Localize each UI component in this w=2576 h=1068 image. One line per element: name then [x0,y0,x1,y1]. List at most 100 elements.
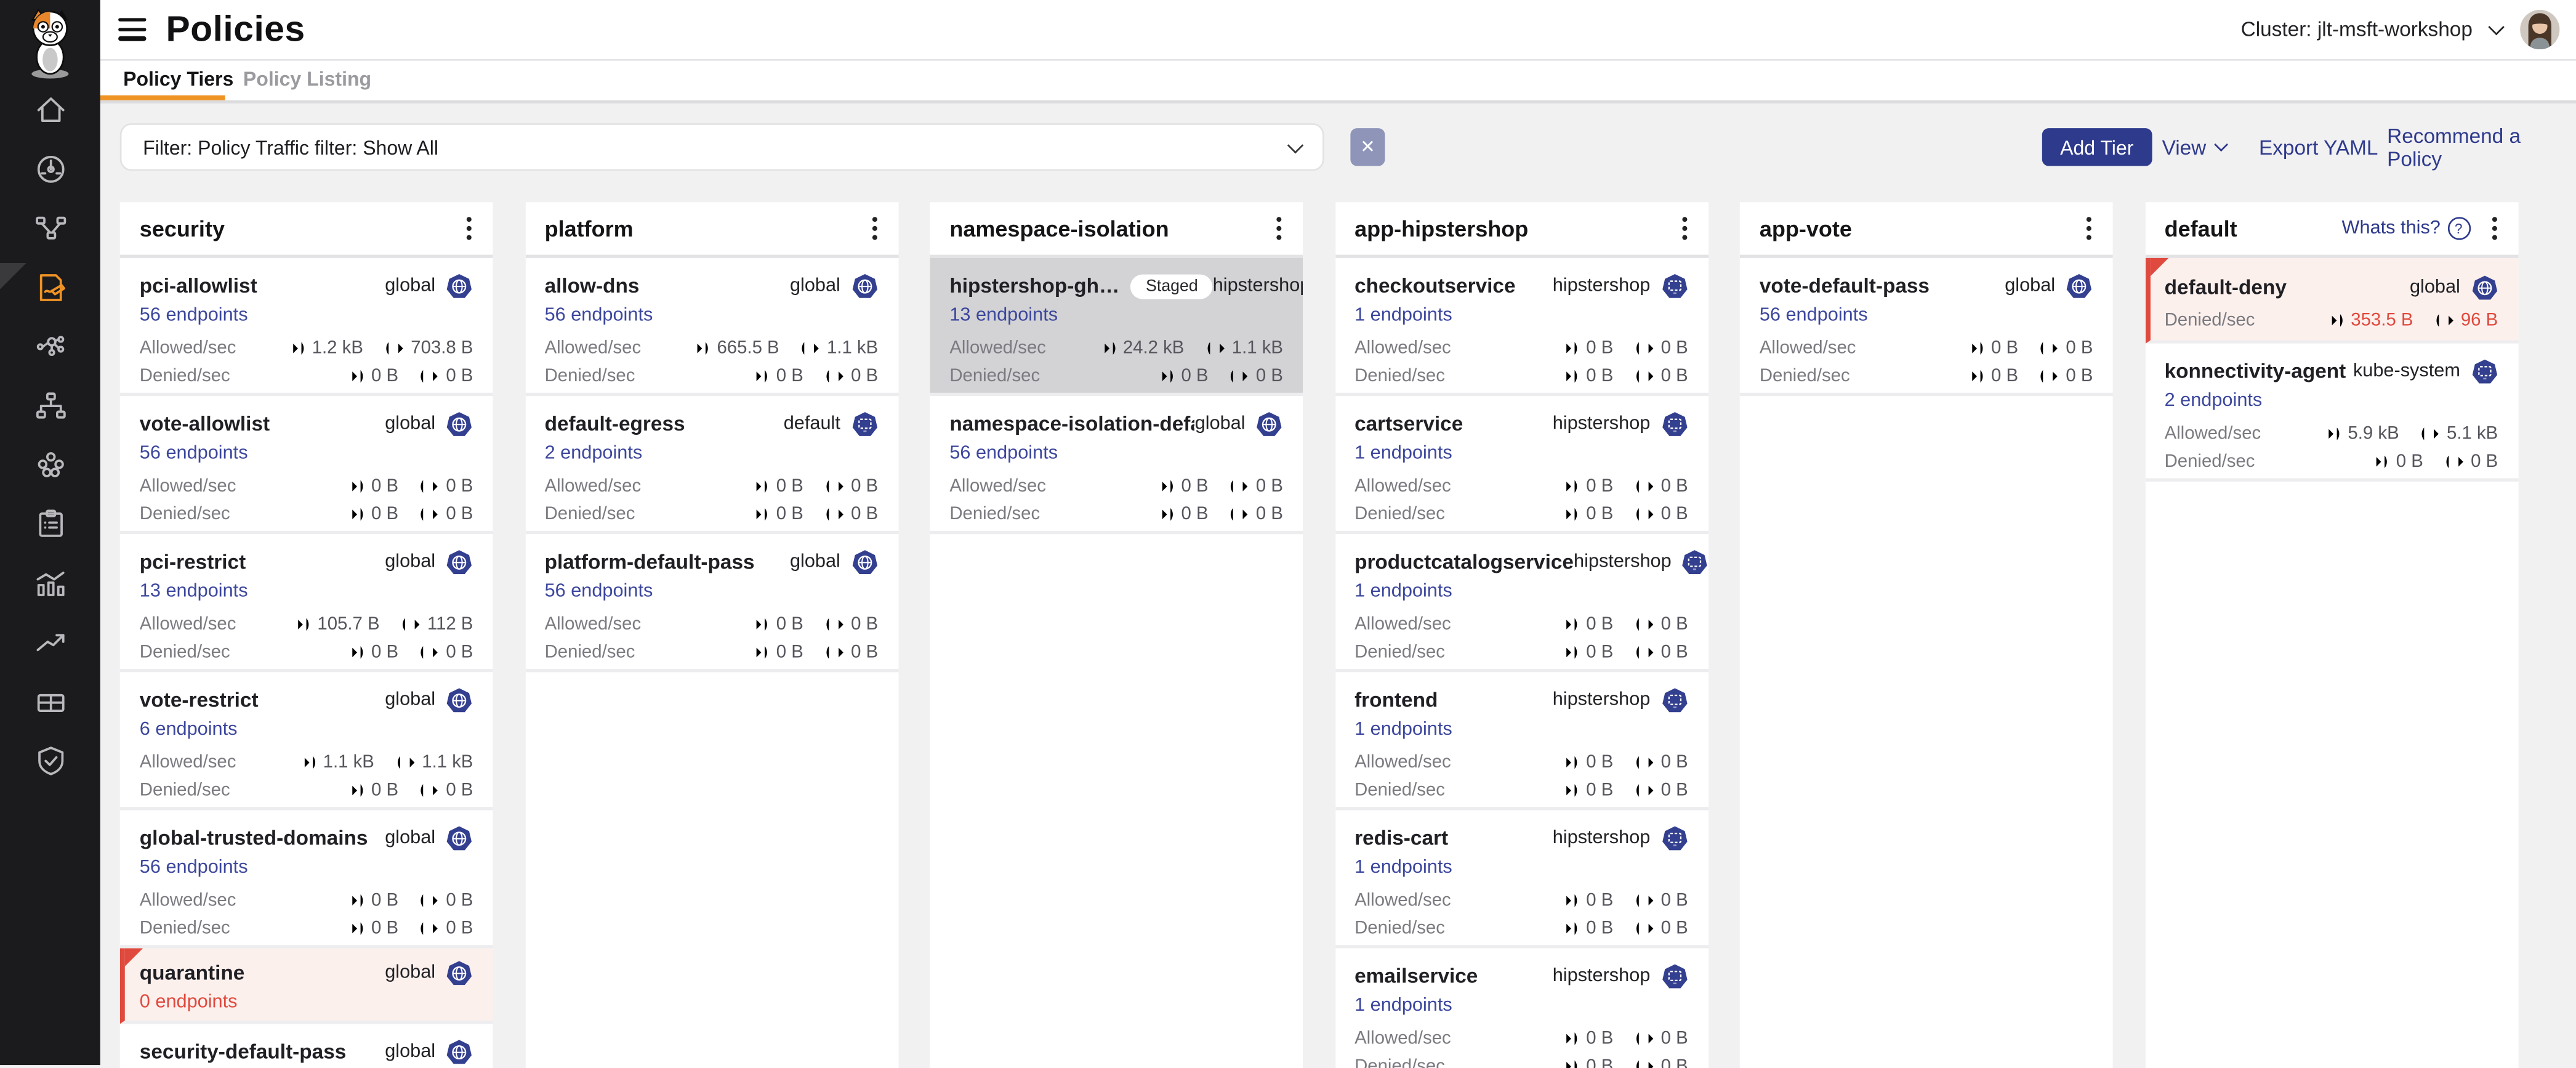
endpoints-link[interactable]: 13 endpoints [949,305,1283,330]
timeline-trend-icon[interactable] [34,626,66,659]
threat-defense-shield-icon[interactable] [34,745,66,777]
endpoints-link[interactable]: 56 endpoints [949,443,1283,468]
global-scope-icon [445,410,473,438]
endpoints-link[interactable]: 1 endpoints [1354,305,1688,330]
denied-label: Denied/sec [1760,366,1850,386]
kebab-menu-icon[interactable] [2087,217,2091,222]
policy-card[interactable]: cartservice hipstershop 1 endpoints Allo… [1335,396,1708,534]
tab-policy-listing[interactable]: Policy Listing [243,67,371,90]
help-icon: ? [2447,217,2470,240]
policy-card-default-deny[interactable]: default-deny global Denied/sec 353.5 B 9… [2145,258,2518,344]
policy-card[interactable]: allow-dns global 56 endpoints Allowed/se… [525,258,898,396]
policy-name: cartservice [1354,413,1463,435]
policy-card[interactable]: vote-allowlist global 56 endpoints Allow… [120,396,493,534]
policy-card[interactable]: default-egress default 2 endpoints Allow… [525,396,898,534]
egress-icon [2434,312,2454,328]
policy-card[interactable]: global-trusted-domains global 56 endpoin… [120,811,493,949]
tier-column-namespace-isolation: namespace-isolation hipstershop-gh… Stag… [930,202,1303,1068]
policy-card[interactable]: pci-restrict global 13 endpoints Allowed… [120,534,493,672]
policy-card[interactable]: vote-default-pass global 56 endpoints Al… [1740,258,2113,396]
policy-card[interactable]: platform-default-pass global 56 endpoint… [525,534,898,672]
policy-name: vote-default-pass [1760,275,1930,297]
ingress-icon [2325,312,2345,328]
home-icon[interactable] [34,94,66,126]
user-avatar[interactable] [2520,10,2559,49]
compliance-clipboard-icon[interactable] [34,508,66,541]
egress-icon [1635,1030,1654,1046]
network-sitemap-icon[interactable] [34,389,66,422]
add-tier-button[interactable]: Add Tier [2042,128,2152,166]
clear-filter-button[interactable]: ✕ [1350,128,1385,166]
policy-card[interactable]: namespace-isolation-default-p… global 56… [930,396,1303,534]
policy-card[interactable]: konnectivity-agent kube-system 2 endpoin… [2145,344,2518,482]
allowed-ingress-value: 0 B [1181,475,1208,495]
policy-name: emailservice [1354,965,1478,987]
whats-this-link[interactable]: Whats this?? [2342,217,2470,240]
kebab-menu-icon[interactable] [1276,217,1281,222]
egress-icon [800,339,820,356]
policy-card[interactable]: redis-cart hipstershop 1 endpoints Allow… [1335,811,1708,949]
endpoints-link[interactable]: 56 endpoints [545,582,879,607]
denied-egress-value: 0 B [1661,1056,1688,1068]
endpoints-link[interactable]: 13 endpoints [140,582,473,607]
endpoints-link[interactable]: 56 endpoints [140,858,473,883]
endpoints-link[interactable]: 1 endpoints [1354,443,1688,468]
endpoints-link[interactable]: 6 endpoints [140,720,473,745]
kebab-menu-icon[interactable] [1681,217,1686,222]
endpoints-link[interactable]: 1 endpoints [1354,858,1688,883]
endpoints-link[interactable]: 56 endpoints [140,443,473,468]
policy-card[interactable]: vote-restrict global 6 endpoints Allowed… [120,672,493,810]
endpoints-link[interactable]: 1 endpoints [1354,582,1688,607]
endpoints-link[interactable]: 56 endpoints [1760,305,2093,330]
kebab-menu-icon[interactable] [467,217,472,222]
egress-icon [396,753,416,770]
kebab-menu-icon[interactable] [2492,217,2497,222]
ingress-icon [345,892,364,908]
export-yaml-button[interactable]: Export YAML [2259,128,2378,166]
activity-chart-icon[interactable] [34,567,66,600]
endpoints-link[interactable]: 0 endpoints [140,993,473,1017]
view-menu-button[interactable]: View [2162,128,2226,166]
policy-card[interactable]: productcatalogservice hipstershop 1 endp… [1335,534,1708,672]
policy-scope: global [385,552,435,572]
tier-title: platform [545,216,865,241]
endpoints-link[interactable]: 1 endpoints [1354,996,1688,1021]
hamburger-menu-icon[interactable] [118,18,146,46]
traffic-filter-select[interactable]: Filter: Policy Traffic filter: Show All [120,123,1324,171]
dashboard-gauge-icon[interactable] [34,153,66,185]
endpoints-link[interactable]: 2 endpoints [2165,391,2498,416]
egress-icon [420,920,440,936]
chevron-down-icon [2488,19,2504,35]
kebab-menu-icon[interactable] [872,217,877,222]
policy-name: global-trusted-domains [140,827,368,849]
policy-card[interactable]: security-default-pass global [120,1024,493,1068]
policy-scope: global [2410,278,2460,297]
endpoints-link[interactable]: 1 endpoints [1354,720,1688,745]
endpoints-link[interactable]: 56 endpoints [140,305,473,330]
endpoints-link[interactable]: 56 endpoints [545,305,879,330]
policy-card-staged[interactable]: hipstershop-gh… Staged hipstershop 13 en… [930,258,1303,396]
policy-scope: global [385,828,435,848]
endpoints-link[interactable]: 2 endpoints [545,443,879,468]
policies-icon[interactable] [34,271,66,304]
ingress-icon [345,644,364,660]
policy-card[interactable]: frontend hipstershop 1 endpoints Allowed… [1335,672,1708,810]
denied-label: Denied/sec [140,780,230,799]
tab-policy-tiers[interactable]: Policy Tiers [123,67,233,90]
denied-ingress-value: 0 B [1586,642,1613,661]
policy-card[interactable]: emailservice hipstershop 1 endpoints All… [1335,949,1708,1068]
policy-name: vote-restrict [140,689,259,711]
threat-graph-icon[interactable] [34,330,66,363]
ingress-icon [1155,506,1175,522]
policy-card-quarantine[interactable]: quarantine global 0 endpoints [120,949,493,1024]
recommend-policy-button[interactable]: Recommend a Policy [2387,128,2576,166]
image-assurance-box-icon[interactable] [34,686,66,718]
policy-card[interactable]: pci-allowlist global 56 endpoints Allowe… [120,258,493,396]
service-graph-icon[interactable] [34,212,66,245]
cluster-selector[interactable]: Cluster: jlt-msft-workshop [2241,0,2560,59]
denied-egress-value: 0 B [446,780,473,799]
egress-icon [824,506,844,522]
clusters-icon[interactable] [34,448,66,481]
policy-card[interactable]: checkoutservice hipstershop 1 endpoints … [1335,258,1708,396]
egress-icon [1635,506,1654,522]
